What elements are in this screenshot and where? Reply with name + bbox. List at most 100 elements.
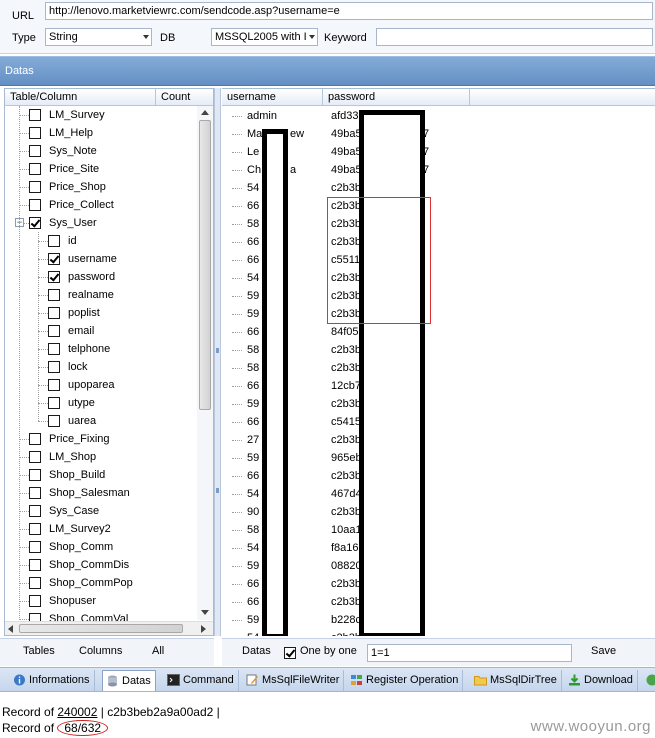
tree-table-node[interactable]: Shop_CommDis [5, 556, 197, 574]
tree-checkbox[interactable] [29, 523, 41, 535]
tree-table-node[interactable]: Sys_Case [5, 502, 197, 520]
tree-table-node[interactable]: LM_Survey [5, 106, 197, 124]
tree-checkbox[interactable] [48, 379, 60, 391]
tree-col-header-count[interactable]: Count [156, 89, 213, 106]
tree-connector [38, 403, 48, 404]
tree-column-node[interactable]: uarea [5, 412, 197, 430]
scroll-up-icon[interactable] [201, 110, 209, 115]
condition-input[interactable]: 1=1 [367, 644, 572, 662]
tree-table-node[interactable]: Shopuser [5, 592, 197, 610]
save-button[interactable]: Save [591, 645, 616, 657]
tree-checkbox[interactable] [48, 307, 60, 319]
tree-column-node[interactable]: email [5, 322, 197, 340]
tab-informations[interactable]: Informations [10, 670, 95, 691]
tree-checkbox[interactable] [29, 217, 41, 229]
scroll-left-icon[interactable] [8, 625, 13, 633]
tree-checkbox[interactable] [29, 541, 41, 553]
db-select[interactable]: MSSQL2005 with I [211, 28, 318, 46]
tree-checkbox[interactable] [29, 433, 41, 445]
grid-row[interactable]: admin afd33 [222, 107, 655, 125]
tree-checkbox[interactable] [29, 613, 41, 621]
tree-connector [232, 440, 242, 441]
tab-mssqlfilewriter[interactable]: MsSqlFileWriter [243, 670, 345, 691]
tree-node-label: Price_Collect [49, 199, 114, 211]
tree-table-node[interactable]: Price_Site [5, 160, 197, 178]
tree-column-node[interactable]: lock [5, 358, 197, 376]
grid-col-header-password[interactable]: password [323, 89, 470, 106]
tree-node-label: uarea [68, 415, 97, 427]
tree-checkbox[interactable] [29, 199, 41, 211]
tree-checkbox[interactable] [29, 163, 41, 175]
tree-horizontal-scrollbar[interactable] [5, 621, 213, 635]
tree-checkbox[interactable] [29, 487, 41, 499]
tree-column-node[interactable]: upoparea [5, 376, 197, 394]
tree-table-node[interactable]: Sys_Note [5, 142, 197, 160]
grid-col-header-username[interactable]: username [222, 89, 323, 106]
tree-column-node[interactable]: telphone [5, 340, 197, 358]
datas-button[interactable]: Datas [242, 645, 271, 657]
tree-checkbox[interactable] [29, 505, 41, 517]
columns-button[interactable]: Columns [79, 645, 122, 657]
url-input[interactable]: http://lenovo.marketviewrc.com/sendcode.… [45, 2, 653, 20]
tree-hscroll-thumb[interactable] [19, 624, 183, 633]
tree-checkbox[interactable] [48, 271, 60, 283]
tree-checkbox[interactable] [29, 577, 41, 589]
tree-table-node[interactable]: LM_Shop [5, 448, 197, 466]
keyword-input[interactable] [376, 28, 653, 46]
tree-table-node[interactable]: Shop_Salesman [5, 484, 197, 502]
tree-checkbox[interactable] [48, 415, 60, 427]
tree-table-node[interactable]: Sys_User − [5, 214, 197, 232]
one-by-one-checkbox[interactable] [284, 647, 296, 659]
tree-checkbox[interactable] [29, 595, 41, 607]
tree-checkbox[interactable] [48, 253, 60, 265]
tree-scroll-thumb[interactable] [199, 120, 211, 410]
tree-checkbox[interactable] [48, 343, 60, 355]
tree-column-node[interactable]: poplist [5, 304, 197, 322]
tree-checkbox[interactable] [48, 361, 60, 373]
tree-checkbox[interactable] [29, 127, 41, 139]
status-text: | c2b3beb2a9a00ad2 | [97, 705, 220, 719]
tree-column-node[interactable]: id [5, 232, 197, 250]
tab-register-operation[interactable]: Register Operation [347, 670, 464, 691]
tables-button[interactable]: Tables [23, 645, 55, 657]
tree-table-node[interactable]: Shop_CommPop [5, 574, 197, 592]
cell-username: 66 [247, 236, 260, 248]
tree-table-node[interactable]: Shop_CommVal [5, 610, 197, 621]
tree-table-node[interactable]: Price_Collect [5, 196, 197, 214]
tree-col-header-table[interactable]: Table/Column [5, 89, 156, 106]
tree-column-node[interactable]: username [5, 250, 197, 268]
tree-table-node[interactable]: Price_Fixing [5, 430, 197, 448]
tree-column-node[interactable]: utype [5, 394, 197, 412]
tree-checkbox[interactable] [48, 325, 60, 337]
tree-checkbox[interactable] [29, 559, 41, 571]
scroll-right-icon[interactable] [201, 625, 206, 633]
tree-table-node[interactable]: LM_Help [5, 124, 197, 142]
tree-column-node[interactable]: password [5, 268, 197, 286]
tree-table-node[interactable]: Shop_Build [5, 466, 197, 484]
tree-table-node[interactable]: Shop_Comm [5, 538, 197, 556]
panel-splitter[interactable] [214, 88, 221, 636]
tab-datas[interactable]: Datas [102, 670, 156, 691]
tree-checkbox[interactable] [48, 289, 60, 301]
tree-checkbox[interactable] [29, 145, 41, 157]
tree-checkbox[interactable] [29, 109, 41, 121]
tab-download[interactable]: Download [565, 670, 638, 691]
tree-body: LM_Survey LM_Help Sys_Note Price_Site Price_… [5, 106, 197, 621]
tree-checkbox[interactable] [48, 397, 60, 409]
tree-connector [38, 349, 48, 350]
scroll-down-icon[interactable] [201, 610, 209, 615]
tree-checkbox[interactable] [29, 469, 41, 481]
globe-icon[interactable] [646, 674, 655, 686]
type-select[interactable]: String [45, 28, 152, 46]
tree-vertical-scrollbar[interactable] [197, 106, 213, 620]
tab-mssqldirtree[interactable]: MsSqlDirTree [471, 670, 562, 691]
tree-column-node[interactable]: realname [5, 286, 197, 304]
tree-table-node[interactable]: LM_Survey2 [5, 520, 197, 538]
tree-checkbox[interactable] [48, 235, 60, 247]
tab-command[interactable]: Command [164, 670, 239, 691]
tree-table-node[interactable]: Price_Shop [5, 178, 197, 196]
tree-checkbox[interactable] [29, 451, 41, 463]
tree-checkbox[interactable] [29, 181, 41, 193]
all-button[interactable]: All [152, 645, 164, 657]
tree-connector [19, 205, 29, 206]
